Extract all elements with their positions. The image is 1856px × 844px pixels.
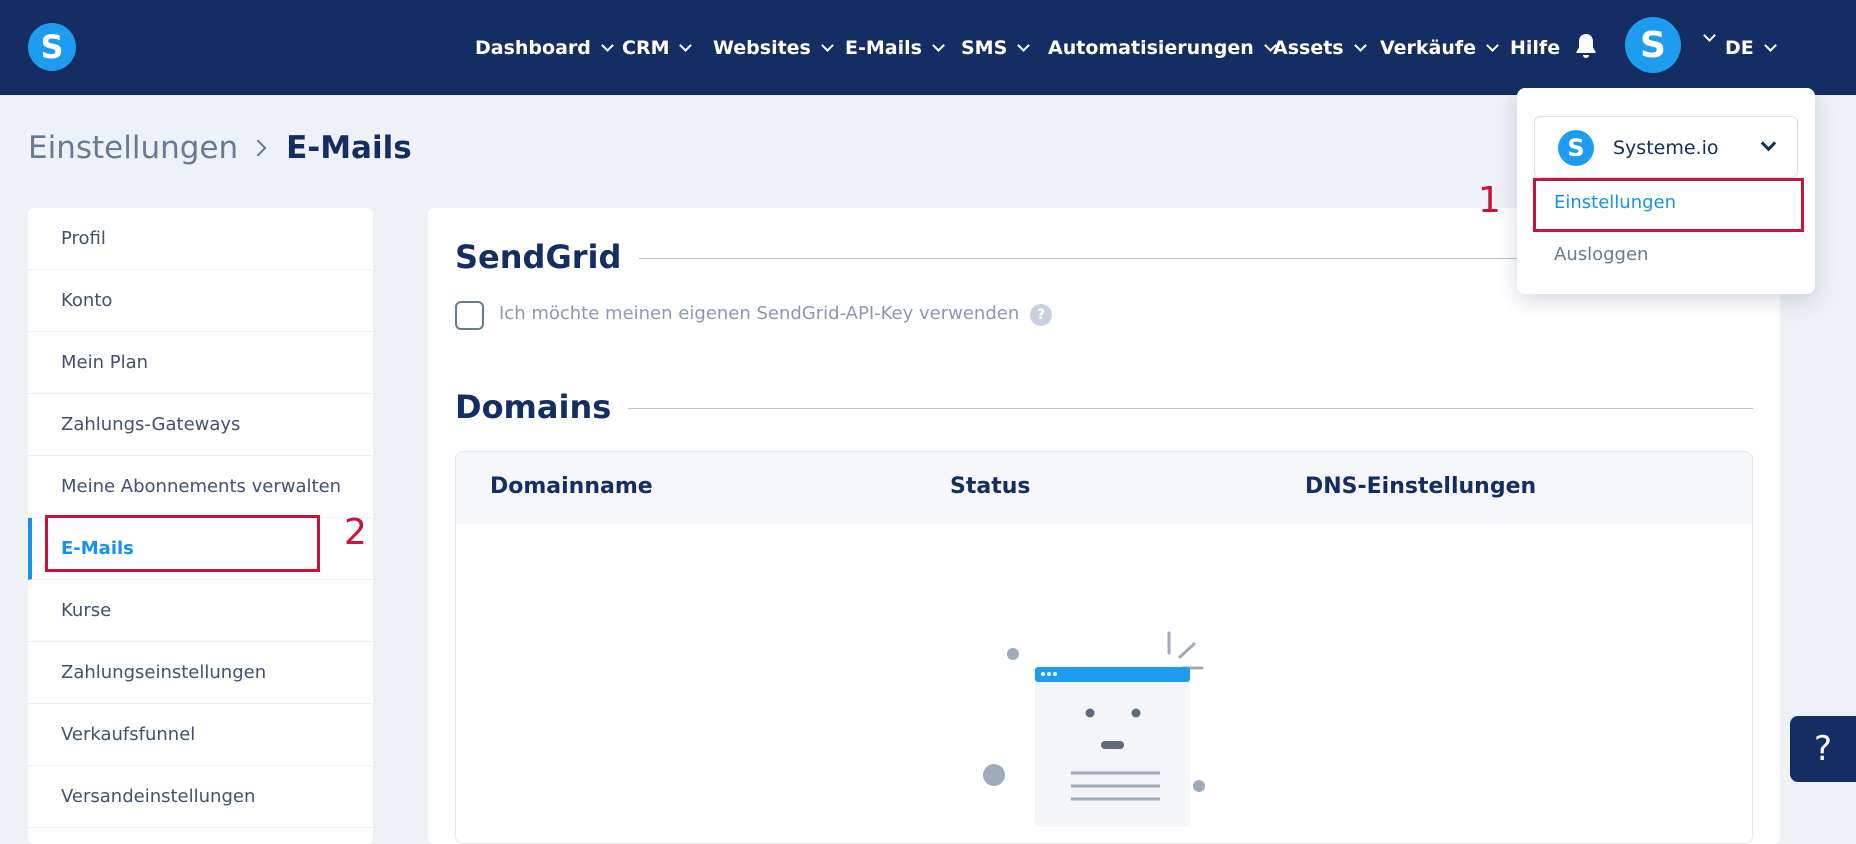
- breadcrumb-parent[interactable]: Einstellungen: [28, 130, 238, 166]
- breadcrumb: Einstellungen E-Mails: [28, 130, 412, 166]
- domains-table: Domainname Status DNS-Einstellungen: [455, 451, 1753, 844]
- column-header-dns: DNS-Einstellungen: [1305, 474, 1537, 499]
- sendgrid-checkbox-label[interactable]: Ich möchte meinen eigenen SendGrid-API-K…: [499, 303, 1019, 324]
- sidebar-item-label: Profil: [61, 228, 106, 249]
- table-header: Domainname Status DNS-Einstellungen: [456, 452, 1752, 524]
- nav-websites[interactable]: Websites: [713, 0, 834, 95]
- empty-state-illustration: [983, 631, 1205, 827]
- nav-websites-label: Websites: [713, 36, 811, 59]
- user-avatar-button[interactable]: S: [1625, 17, 1681, 73]
- section-divider: [628, 408, 1753, 409]
- sidebar-item-label: Mein Plan: [61, 352, 149, 373]
- sidebar-item-label: Konto: [61, 290, 113, 311]
- sidebar-item-label: Kurse: [61, 600, 112, 621]
- question-icon[interactable]: ?: [1030, 304, 1052, 326]
- avatar-chevron-down-icon[interactable]: [1703, 29, 1716, 42]
- sidebar-item-label: Zahlungs-Gateways: [61, 414, 241, 435]
- chevron-right-icon: [249, 139, 267, 157]
- chevron-down-icon: [821, 38, 834, 52]
- sidebar-item-label: Verkaufsfunnel: [61, 724, 196, 745]
- nav-assets-label: Assets: [1273, 36, 1344, 59]
- sidebar-item-subscriptions[interactable]: Meine Abonnements verwalten: [28, 456, 373, 518]
- bell-icon[interactable]: [1574, 32, 1598, 60]
- chevron-down-icon: [1760, 135, 1777, 152]
- sidebar-item-label: Zahlungseinstellungen: [61, 662, 267, 683]
- nav-dashboard-label: Dashboard: [475, 36, 591, 59]
- nav-automations-label: Automatisierungen: [1048, 36, 1254, 59]
- chevron-down-icon: [932, 38, 945, 52]
- menu-item-logout[interactable]: Ausloggen: [1554, 244, 1648, 265]
- chevron-down-icon: [679, 38, 693, 52]
- sidebar-item-profile[interactable]: Profil: [28, 208, 373, 270]
- nav-dashboard[interactable]: Dashboard: [475, 0, 614, 95]
- language-label: DE: [1725, 36, 1754, 59]
- nav-assets[interactable]: Assets: [1273, 0, 1367, 95]
- sidebar-item-sales-funnel[interactable]: Verkaufsfunnel: [28, 704, 373, 766]
- systeme-logo[interactable]: S: [28, 23, 76, 71]
- sendgrid-title: SendGrid: [455, 238, 622, 276]
- sidebar-item-label: Meine Abonnements verwalten: [61, 476, 342, 497]
- sidebar-item-account[interactable]: Konto: [28, 270, 373, 332]
- account-switcher[interactable]: S Systeme.io: [1534, 116, 1798, 178]
- chevron-down-icon: [1017, 38, 1031, 52]
- chevron-down-icon: [1353, 38, 1367, 52]
- nav-crm-label: CRM: [622, 36, 670, 59]
- column-header-domain: Domainname: [490, 474, 653, 499]
- chevron-down-icon: [1486, 38, 1499, 52]
- nav-emails[interactable]: E-Mails: [845, 0, 945, 95]
- nav-crm[interactable]: CRM: [622, 0, 693, 95]
- chevron-down-icon: [601, 38, 614, 52]
- annotation-box-2: [45, 515, 320, 572]
- nav-emails-label: E-Mails: [845, 36, 922, 59]
- language-switcher[interactable]: DE: [1725, 0, 1777, 95]
- nav-sms[interactable]: SMS: [961, 0, 1031, 95]
- page-title: E-Mails: [286, 130, 412, 166]
- annotation-number-2: 2: [344, 512, 367, 553]
- annotation-number-1: 1: [1478, 180, 1501, 221]
- sidebar-item-plan[interactable]: Mein Plan: [28, 332, 373, 394]
- email-settings-card: SendGrid Ich möchte meinen eigenen SendG…: [428, 208, 1780, 844]
- top-navbar: S Dashboard CRM Websites E-Mails SMS Aut…: [0, 0, 1856, 95]
- sendgrid-api-key-checkbox[interactable]: [455, 301, 484, 330]
- nav-sales[interactable]: Verkäufe: [1380, 0, 1499, 95]
- annotation-box-1: [1533, 178, 1804, 232]
- column-header-status: Status: [950, 474, 1031, 499]
- account-avatar: S: [1558, 130, 1594, 166]
- sidebar-item-shipping[interactable]: Versandeinstellungen: [28, 766, 373, 828]
- nav-help[interactable]: Hilfe: [1510, 0, 1560, 95]
- account-name: Systeme.io: [1613, 137, 1719, 159]
- domains-title: Domains: [455, 388, 612, 426]
- sidebar-item-payment-gateways[interactable]: Zahlungs-Gateways: [28, 394, 373, 456]
- nav-sms-label: SMS: [961, 36, 1008, 59]
- help-button[interactable]: ?: [1790, 716, 1856, 782]
- nav-automations[interactable]: Automatisierungen: [1048, 0, 1277, 95]
- sidebar-item-payment-settings[interactable]: Zahlungseinstellungen: [28, 642, 373, 704]
- sidebar-item-courses[interactable]: Kurse: [28, 580, 373, 642]
- nav-sales-label: Verkäufe: [1380, 36, 1477, 59]
- chevron-down-icon: [1763, 38, 1777, 52]
- nav-help-label: Hilfe: [1510, 36, 1561, 59]
- sidebar-item-label: Versandeinstellungen: [61, 786, 256, 807]
